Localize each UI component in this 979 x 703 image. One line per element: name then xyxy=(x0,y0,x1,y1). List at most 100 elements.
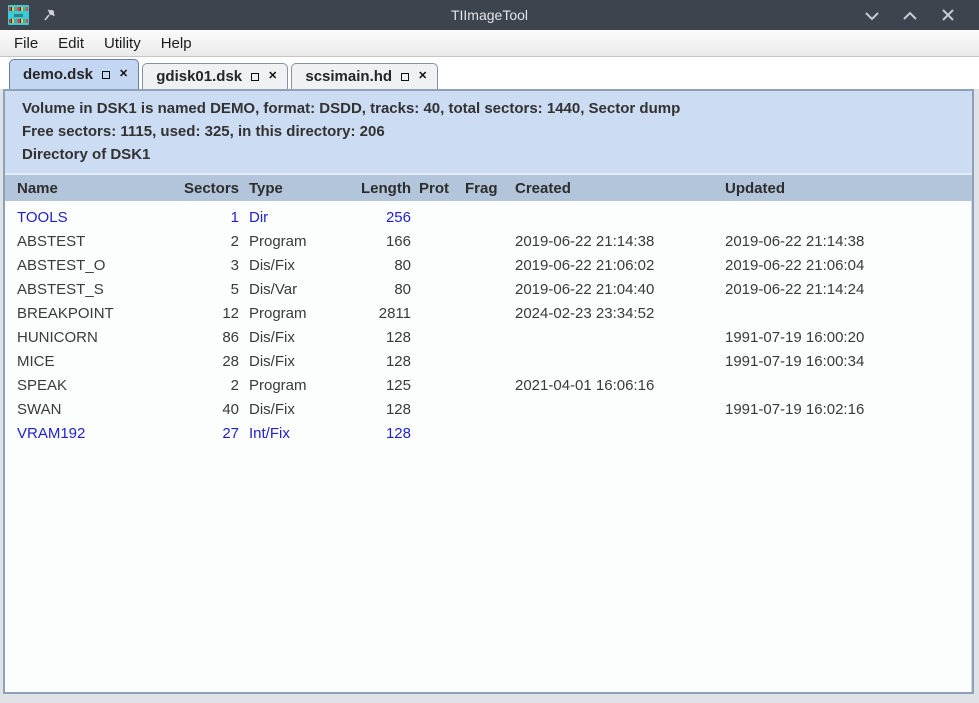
table-row[interactable]: VRAM192 27 Int/Fix 128 xyxy=(5,421,971,445)
menu-item-help[interactable]: Help xyxy=(151,32,202,55)
image-content-pane: Volume in DSK1 is named DEMO, format: DS… xyxy=(3,89,974,694)
updated-cell: 1991-07-19 16:00:34 xyxy=(721,353,971,370)
volume-info-panel: Volume in DSK1 is named DEMO, format: DS… xyxy=(5,91,972,175)
tab-bar: demo.dsk ✕ gdisk01.dsk ✕ scsimain.hd ✕ xyxy=(0,57,979,89)
updated-cell: 1991-07-19 16:00:20 xyxy=(721,329,971,346)
type-cell: Program xyxy=(239,377,347,394)
length-cell: 80 xyxy=(347,257,411,274)
created-cell: 2024-02-23 23:34:52 xyxy=(511,305,721,322)
pin-icon[interactable] xyxy=(42,7,58,23)
close-button[interactable] xyxy=(929,0,967,30)
length-cell: 128 xyxy=(347,401,411,418)
file-name-cell[interactable]: SWAN xyxy=(5,401,167,418)
icon-pixel-strip-top xyxy=(9,7,28,11)
length-cell: 256 xyxy=(347,209,411,226)
icon-center-mark xyxy=(9,13,28,18)
type-cell: Dis/Fix xyxy=(239,257,347,274)
type-cell: Dis/Fix xyxy=(239,353,347,370)
length-cell: 128 xyxy=(347,425,411,442)
file-name-cell[interactable]: HUNICORN xyxy=(5,329,167,346)
column-header-created: Created xyxy=(511,180,721,197)
icon-pixel-strip-bottom xyxy=(9,19,28,23)
tab-close-icon[interactable]: ✕ xyxy=(418,71,427,82)
type-cell: Program xyxy=(239,305,347,322)
type-cell: Int/Fix xyxy=(239,425,347,442)
file-table-header: Name Sectors Type Length Prot Frag Creat… xyxy=(5,175,972,201)
table-row[interactable]: SPEAK 2 Program 125 2021-04-01 16:06:16 xyxy=(5,373,971,397)
length-cell: 128 xyxy=(347,353,411,370)
column-header-name: Name xyxy=(5,180,167,197)
tab-float-icon[interactable] xyxy=(401,73,409,81)
length-cell: 166 xyxy=(347,233,411,250)
tab-gdisk01-dsk[interactable]: gdisk01.dsk ✕ xyxy=(142,63,288,89)
column-header-updated: Updated xyxy=(721,180,972,197)
created-cell: 2019-06-22 21:04:40 xyxy=(511,281,721,298)
updated-cell: 1991-07-19 16:02:16 xyxy=(721,401,971,418)
sectors-cell: 28 xyxy=(167,353,239,370)
window-title: TIImageTool xyxy=(0,7,979,23)
tab-float-icon[interactable] xyxy=(251,73,259,81)
chevron-down-icon xyxy=(865,11,879,20)
table-row[interactable]: HUNICORN 86 Dis/Fix 128 1991-07-19 16:00… xyxy=(5,325,971,349)
type-cell: Dis/Fix xyxy=(239,329,347,346)
sectors-cell: 3 xyxy=(167,257,239,274)
table-row[interactable]: BREAKPOINT 12 Program 2811 2024-02-23 23… xyxy=(5,301,971,325)
updated-cell: 2019-06-22 21:14:38 xyxy=(721,233,971,250)
file-name-cell[interactable]: ABSTEST_S xyxy=(5,281,167,298)
tab-label: gdisk01.dsk xyxy=(156,68,242,85)
length-cell: 128 xyxy=(347,329,411,346)
sectors-cell: 27 xyxy=(167,425,239,442)
tab-float-icon[interactable] xyxy=(102,71,110,79)
table-row[interactable]: MICE 28 Dis/Fix 128 1991-07-19 16:00:34 xyxy=(5,349,971,373)
table-row[interactable]: SWAN 40 Dis/Fix 128 1991-07-19 16:02:16 xyxy=(5,397,971,421)
sectors-cell: 86 xyxy=(167,329,239,346)
file-name-cell[interactable]: ABSTEST xyxy=(5,233,167,250)
sectors-cell: 2 xyxy=(167,233,239,250)
table-row[interactable]: ABSTEST_S 5 Dis/Var 80 2019-06-22 21:04:… xyxy=(5,277,971,301)
created-cell: 2021-04-01 16:06:16 xyxy=(511,377,721,394)
updated-cell: 2019-06-22 21:14:24 xyxy=(721,281,971,298)
column-header-length: Length xyxy=(347,180,411,197)
title-bar: TIImageTool xyxy=(0,0,979,30)
type-cell: Program xyxy=(239,233,347,250)
file-name-cell[interactable]: ABSTEST_O xyxy=(5,257,167,274)
column-header-type: Type xyxy=(239,180,347,197)
sectors-cell: 2 xyxy=(167,377,239,394)
volume-info-line-1: Volume in DSK1 is named DEMO, format: DS… xyxy=(22,97,962,120)
file-name-cell[interactable]: VRAM192 xyxy=(5,425,167,442)
maximize-button[interactable] xyxy=(891,0,929,30)
tab-label: demo.dsk xyxy=(23,66,93,83)
tab-scsimain-hd[interactable]: scsimain.hd ✕ xyxy=(291,63,438,89)
type-cell: Dis/Fix xyxy=(239,401,347,418)
tab-close-icon[interactable]: ✕ xyxy=(119,69,128,80)
type-cell: Dis/Var xyxy=(239,281,347,298)
updated-cell: 2019-06-22 21:06:04 xyxy=(721,257,971,274)
menu-item-file[interactable]: File xyxy=(4,32,48,55)
type-cell: Dir xyxy=(239,209,347,226)
length-cell: 125 xyxy=(347,377,411,394)
length-cell: 2811 xyxy=(347,305,411,322)
tab-demo-dsk[interactable]: demo.dsk ✕ xyxy=(9,59,139,89)
menu-item-utility[interactable]: Utility xyxy=(94,32,151,55)
window-controls xyxy=(853,0,979,30)
app-icon xyxy=(8,5,29,25)
file-table-body: TOOLS 1 Dir 256 ABSTEST 2 Program 166 20… xyxy=(5,201,972,692)
file-name-cell[interactable]: TOOLS xyxy=(5,209,167,226)
minimize-button[interactable] xyxy=(853,0,891,30)
created-cell: 2019-06-22 21:14:38 xyxy=(511,233,721,250)
volume-info-line-3: Directory of DSK1 xyxy=(22,143,962,166)
menu-item-edit[interactable]: Edit xyxy=(48,32,94,55)
chevron-up-icon xyxy=(903,11,917,20)
tab-close-icon[interactable]: ✕ xyxy=(268,71,277,82)
sectors-cell: 40 xyxy=(167,401,239,418)
app-window: TIImageTool File Edit Utility Help demo.… xyxy=(0,0,979,703)
close-icon xyxy=(942,9,954,21)
table-row[interactable]: ABSTEST 2 Program 166 2019-06-22 21:14:3… xyxy=(5,229,971,253)
file-name-cell[interactable]: MICE xyxy=(5,353,167,370)
file-name-cell[interactable]: SPEAK xyxy=(5,377,167,394)
table-row[interactable]: ABSTEST_O 3 Dis/Fix 80 2019-06-22 21:06:… xyxy=(5,253,971,277)
table-row[interactable]: TOOLS 1 Dir 256 xyxy=(5,205,971,229)
menu-bar: File Edit Utility Help xyxy=(0,30,979,57)
created-cell: 2019-06-22 21:06:02 xyxy=(511,257,721,274)
file-name-cell[interactable]: BREAKPOINT xyxy=(5,305,167,322)
